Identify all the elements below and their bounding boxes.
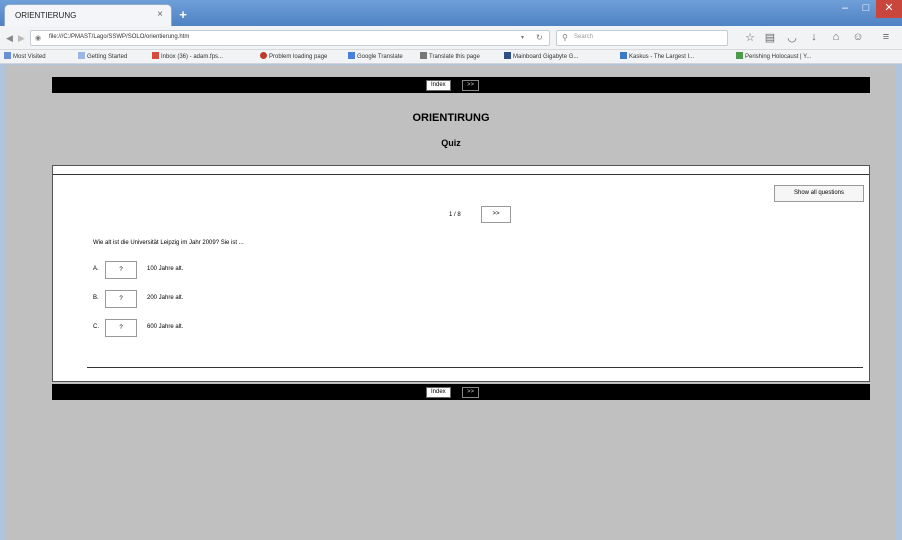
next-question-button[interactable]: >> <box>481 206 511 223</box>
back-arrow-icon[interactable]: ◀ <box>6 33 13 44</box>
bookmark-inbox[interactable]: Inbox (36) - adam.fps... <box>152 52 223 60</box>
page-icon <box>420 52 427 59</box>
option-a-button[interactable]: ? <box>105 261 137 279</box>
search-icon: ⚲ <box>562 33 568 42</box>
page-content: Index >> ORIENTIRUNG Quiz Show all quest… <box>6 65 896 540</box>
bookmark-translate-page[interactable]: Translate this page <box>420 52 480 60</box>
site-icon <box>620 52 627 59</box>
search-placeholder: Search <box>574 34 594 40</box>
index-link[interactable]: Index <box>426 80 451 91</box>
option-letter: C. <box>93 324 99 330</box>
option-letter: A. <box>93 266 99 272</box>
bottom-navigation: Index >> <box>52 384 870 400</box>
reload-icon[interactable]: ↻ <box>536 33 543 42</box>
show-all-questions-button[interactable]: Show all questions <box>774 185 864 202</box>
tab-title: ORIENTIERUNG <box>15 11 77 20</box>
bookmark-kaskus[interactable]: Kaskus - The Largest I... <box>620 52 694 60</box>
next-page-link[interactable]: >> <box>462 80 480 91</box>
bookmark-mainboard[interactable]: Mainboard Gigabyte G... <box>504 52 578 60</box>
answer-option-c: C. ? 600 Jahre alt. <box>89 319 389 337</box>
site-icon <box>504 52 511 59</box>
forward-arrow-icon[interactable]: ▶ <box>18 33 25 44</box>
bookmark-google-translate[interactable]: Google Translate <box>348 52 403 60</box>
option-c-button[interactable]: ? <box>105 319 137 337</box>
question-counter: 1 / 8 <box>449 212 461 218</box>
quiz-container: Show all questions 1 / 8 >> Wie alt ist … <box>52 165 870 382</box>
question-text: Wie alt ist die Universität Leipzig im J… <box>93 240 244 246</box>
bookmark-folder-icon <box>4 52 11 59</box>
window-close-button[interactable]: ✕ <box>876 0 902 18</box>
browser-navbar: ◀ ▶ ◉ file:///C:/PMAST/Lago/SSWP/SOLO/or… <box>0 26 902 50</box>
star-icon[interactable]: ☆ <box>742 31 758 44</box>
window-minimize-button[interactable]: – <box>834 0 856 18</box>
menu-icon[interactable]: ≡ <box>878 31 894 43</box>
option-text: 600 Jahre alt. <box>147 324 184 330</box>
globe-icon: ◉ <box>35 35 42 42</box>
option-letter: B. <box>93 295 99 301</box>
new-tab-button[interactable]: + <box>176 8 190 22</box>
option-text: 200 Jahre alt. <box>147 295 184 301</box>
bookmark-problem-loading[interactable]: Problem loading page <box>260 52 327 60</box>
warning-icon <box>260 52 267 59</box>
home-icon[interactable]: ⌂ <box>828 31 844 43</box>
answer-option-b: B. ? 200 Jahre alt. <box>89 290 389 308</box>
reading-list-icon[interactable]: ▤ <box>762 31 778 44</box>
bookmark-most-visited[interactable]: Most Visited <box>4 52 46 60</box>
site-icon <box>736 52 743 59</box>
url-bar[interactable]: ◉ file:///C:/PMAST/Lago/SSWP/SOLO/orient… <box>30 30 550 46</box>
divider <box>87 367 863 368</box>
url-text: file:///C:/PMAST/Lago/SSWP/SOLO/orientie… <box>49 34 190 40</box>
next-page-link[interactable]: >> <box>462 387 480 398</box>
page-title: ORIENTIRUNG <box>412 112 490 124</box>
bookmark-page-icon <box>78 52 85 59</box>
option-b-button[interactable]: ? <box>105 290 137 308</box>
browser-tab[interactable]: ORIENTIERUNG × <box>4 4 172 26</box>
option-text: 100 Jahre alt. <box>147 266 184 272</box>
answer-option-a: A. ? 100 Jahre alt. <box>89 261 389 279</box>
search-bar[interactable]: ⚲ Search <box>556 30 728 46</box>
divider <box>53 174 869 175</box>
index-link[interactable]: Index <box>426 387 451 398</box>
bookmark-holocaust[interactable]: Perishing Holocaust | Y... <box>736 52 811 60</box>
gmail-icon <box>152 52 159 59</box>
page-subtitle: Quiz <box>441 138 461 148</box>
tab-close-icon[interactable]: × <box>157 9 163 20</box>
download-icon[interactable]: ↓ <box>806 31 822 43</box>
bookmark-getting-started[interactable]: Getting Started <box>78 52 127 60</box>
url-dropdown-icon[interactable]: ▾ <box>521 34 524 41</box>
translate-icon <box>348 52 355 59</box>
top-navigation: Index >> <box>52 77 870 93</box>
window-maximize-button[interactable]: □ <box>856 0 876 18</box>
pocket-icon[interactable]: ◡ <box>784 31 800 44</box>
bookmarks-bar: Most Visited Getting Started Inbox (36) … <box>0 50 902 64</box>
browser-titlebar: ORIENTIERUNG × + – □ ✕ <box>0 0 902 26</box>
chat-icon[interactable]: ☺ <box>850 31 866 43</box>
